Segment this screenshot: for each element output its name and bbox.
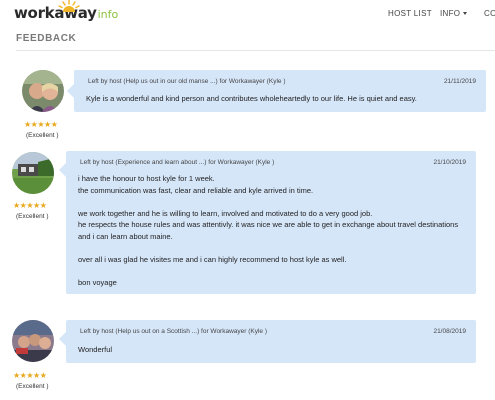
- review-date: 21/11/2019: [443, 78, 476, 85]
- feedback-heading: FEEDBACK: [16, 33, 77, 44]
- logo-subtext: info: [97, 8, 119, 21]
- review-card: Left by host (Help us out on a Scottish …: [59, 320, 476, 363]
- star-rating: ★★★★★: [24, 120, 58, 129]
- review-heading: Left by host (Help us out on a Scottish …: [80, 328, 268, 335]
- review-heading: Left by host (Help us out in our old man…: [88, 78, 286, 85]
- review-text: Kyle is a wonderful and kind person and …: [86, 94, 417, 103]
- caret-down-icon: [463, 12, 468, 15]
- sun-logo-icon: [58, 0, 80, 12]
- top-navbar: workaway info HOST LIST INFO CO: [0, 0, 495, 26]
- workaway-logo[interactable]: workaway info: [14, 0, 119, 22]
- review-text: i have the honour to host kyle for 1 wee…: [78, 174, 459, 287]
- rating-label: (Excellent ): [26, 132, 59, 139]
- host-avatar[interactable]: [12, 320, 54, 362]
- rating-label: (Excellent ): [16, 383, 49, 390]
- rating-label: (Excellent ): [16, 213, 49, 220]
- nav-host-list[interactable]: HOST LIST: [388, 9, 432, 18]
- nav-info-dropdown[interactable]: INFO: [440, 9, 468, 18]
- host-avatar[interactable]: [22, 70, 64, 112]
- host-avatar[interactable]: [12, 152, 54, 194]
- review-heading: Left by host (Experience and learn about…: [80, 159, 275, 166]
- review-card: Left by host (Experience and learn about…: [59, 151, 476, 294]
- review-card: Left by host (Help us out in our old man…: [67, 70, 486, 112]
- review-text: Wonderful: [78, 345, 113, 354]
- star-rating: ★★★★★: [13, 201, 47, 210]
- review-date: 21/10/2019: [433, 159, 466, 166]
- nav-info-label: INFO: [440, 9, 461, 18]
- star-rating: ★★★★★: [13, 371, 47, 380]
- review-date: 21/08/2019: [433, 328, 466, 335]
- nav-contact[interactable]: CO: [484, 9, 495, 18]
- section-divider: [16, 50, 495, 51]
